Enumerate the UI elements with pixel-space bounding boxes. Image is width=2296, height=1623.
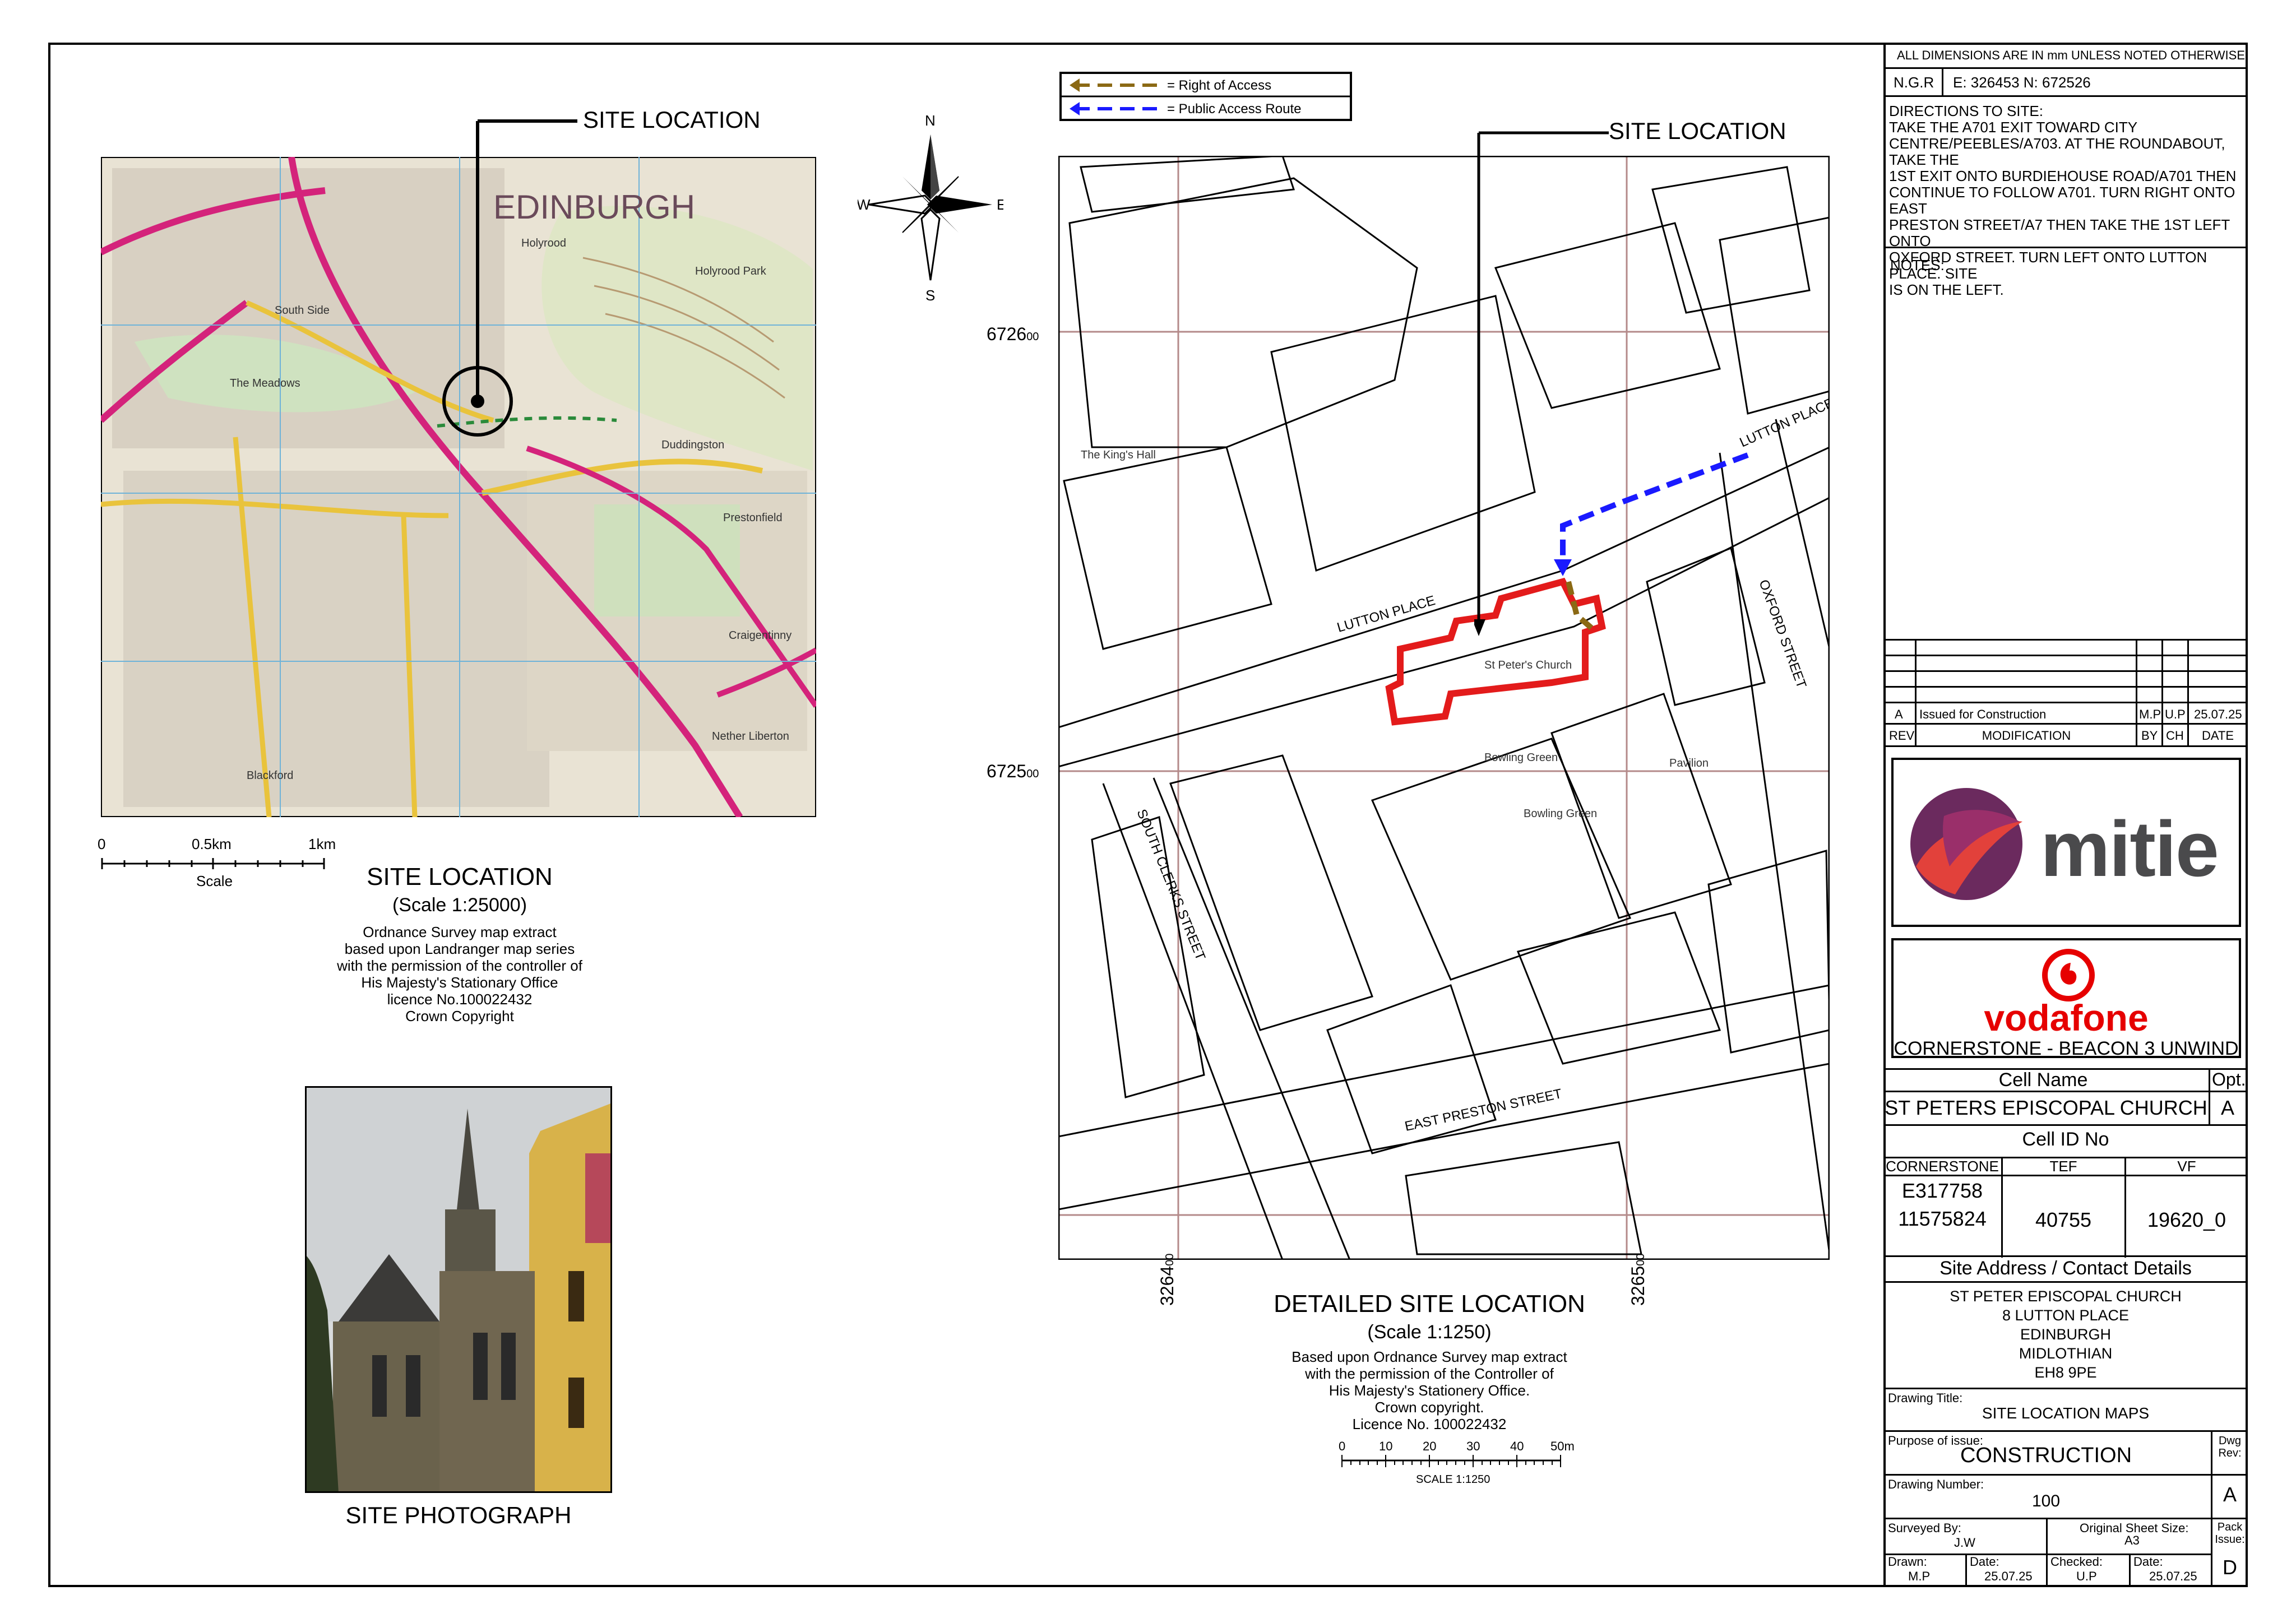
dwg-rev: A [2223,1483,2237,1506]
svg-text:40: 40 [1510,1439,1524,1453]
site-photograph [305,1086,612,1493]
vf-id: 19620_0 [2147,1208,2226,1231]
cornerstone-id-1: E317758 [1901,1179,1983,1202]
northing-6726: 672600 [987,324,1039,344]
cell-name: ST PETERS EPISCOPAL CHURCH [1885,1096,2207,1119]
svg-text:Duddingston: Duddingston [661,439,724,451]
svg-text:Prestonfield: Prestonfield [723,512,783,524]
vodafone-speechmark-icon [2042,949,2095,1001]
mitie-mark-icon [1910,788,2022,900]
overview-map: EDINBURGH Holyrood Holyrood Park The Mea… [101,157,816,817]
overview-callout-leader [476,119,577,401]
svg-text:1km: 1km [308,836,336,852]
drawing-title: SITE LOCATION MAPS [1982,1404,2150,1422]
compass-s: S [925,287,935,304]
svg-text:The King's Hall: The King's Hall [1081,449,1156,461]
drawing-number: 100 [2031,1492,2061,1510]
svg-text:Blackford: Blackford [247,769,293,782]
photo-caption: SITE PHOTOGRAPH [345,1502,572,1528]
access-legend: = Right of Access = Public Access Route [1059,72,1352,121]
compass-rose: N S E W [858,112,1003,304]
svg-text:Bowling Green: Bowling Green [1484,752,1558,764]
ngr-value: E: 326453 N: 672526 [1953,74,2091,91]
overview-scale: (Scale 1:25000) [392,894,527,916]
detail-title: DETAILED SITE LOCATION [1274,1290,1585,1318]
svg-text:20: 20 [1423,1439,1436,1453]
checked-date: 25.07.25 [2149,1569,2197,1583]
purpose: CONSTRUCTION [1960,1444,2132,1467]
project-name: CORNERSTONE - BEACON 3 UNWIND [1894,1038,2239,1059]
svg-text:0: 0 [98,836,105,852]
svg-text:10: 10 [1379,1439,1392,1453]
svg-text:Pavilion: Pavilion [1669,757,1709,769]
svg-text:= Right of Access: = Right of Access [1167,78,1271,93]
overview-site-location-label: SITE LOCATION [583,106,761,133]
detail-scale: (Scale 1:1250) [1367,1321,1492,1343]
svg-text:= Public Access Route: = Public Access Route [1167,101,1301,117]
svg-text:Scale: Scale [196,873,233,888]
svg-text:The Meadows: The Meadows [230,377,300,389]
detail-scale-bar: 0 10 20 30 40 50m SCALE 1:1250 [1339,1439,1575,1486]
detail-callout-leader [1474,131,1609,636]
site-address: ST PETER EPISCOPAL CHURCH 8 LUTTON PLACE… [1950,1288,2182,1381]
surveyed-by: J.W [1954,1536,1975,1550]
mitie-logo: mitie [1891,758,2241,927]
pack-issue: D [2223,1556,2237,1579]
overview-notes: Ordnance Survey map extract based upon L… [337,924,582,1024]
compass-e: E [997,196,1003,213]
vodafone-wordmark: vodafone [1984,997,2149,1038]
svg-text:St Peter's Church: St Peter's Church [1484,659,1572,671]
overview-scale-bar: 0 0.5km 1km Scale [98,836,336,888]
svg-text:Craigentinny: Craigentinny [729,629,791,642]
svg-text:Holyrood Park: Holyrood Park [695,265,767,277]
tef-id: 40755 [2035,1208,2092,1231]
compass-w: W [858,196,871,213]
cell-opt: A [2221,1096,2235,1119]
svg-text:South Side: South Side [275,304,330,317]
checked-by: U.P [2076,1569,2097,1583]
easting-3265: 326500 [1628,1253,1648,1306]
dims-note: ALL DIMENSIONS ARE IN mm UNLESS NOTED OT… [1897,48,2245,62]
overview-title: SITE LOCATION [367,863,553,891]
drawn-date: 25.07.25 [1984,1569,2033,1583]
svg-text:50m: 50m [1550,1439,1575,1453]
detail-site-location-label: SITE LOCATION [1609,118,1786,144]
detail-notes: Based upon Ordnance Survey map extract w… [1292,1348,1567,1432]
svg-text:0.5km: 0.5km [192,836,232,852]
svg-text:Nether Liberton: Nether Liberton [712,730,789,743]
svg-text:0: 0 [1339,1439,1345,1453]
detail-map: St Peter's Church Bowling Green Bowling … [1058,156,1830,1260]
notes-label: NOTES: [1890,257,1945,273]
drawn-by: M.P [1908,1569,1931,1583]
easting-3264: 326400 [1157,1253,1177,1306]
cornerstone-id-2: 11575824 [1898,1207,1987,1230]
northing-6725: 672500 [987,761,1039,781]
svg-text:Bowling Green: Bowling Green [1524,808,1597,820]
svg-text:30: 30 [1466,1439,1480,1453]
svg-text:SCALE 1:1250: SCALE 1:1250 [1416,1473,1490,1486]
compass-n: N [925,112,936,129]
sheet-size: A3 [2124,1533,2140,1547]
mitie-wordmark: mitie [2040,805,2219,893]
